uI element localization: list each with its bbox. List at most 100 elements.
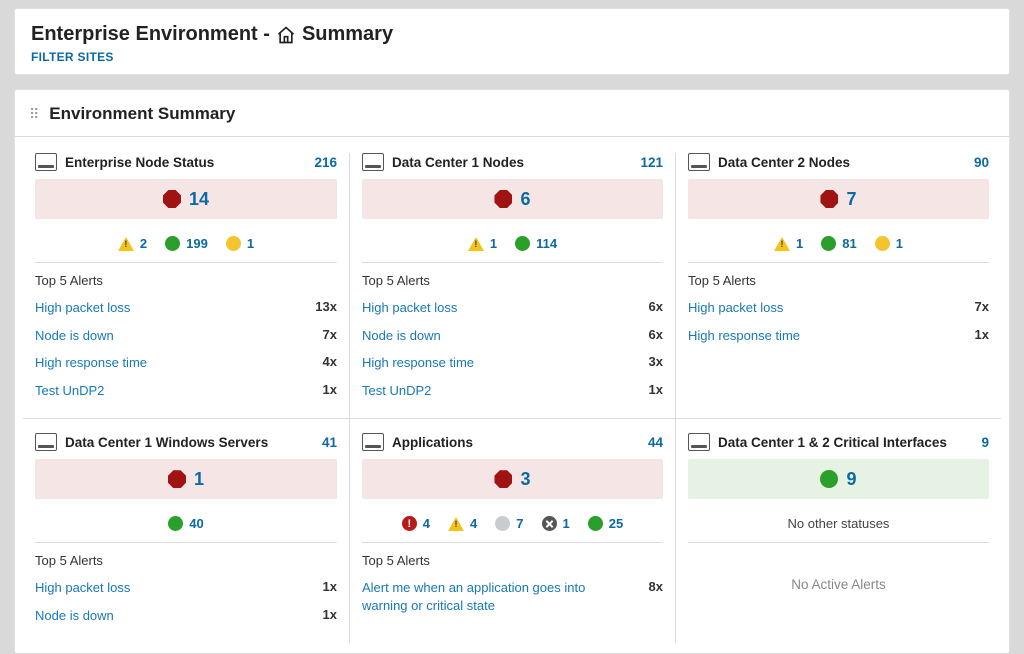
card-count[interactable]: 90 [974,155,989,170]
alert-link[interactable]: High packet loss [35,299,130,317]
alert-link[interactable]: Node is down [35,327,114,345]
sub-status-value: 7 [516,516,523,531]
alert-row: Node is down1x [35,602,337,630]
unreachable-icon [542,516,557,531]
sub-status-row: 2 199 1 [35,227,337,263]
up-icon [165,236,180,251]
sub-status-item[interactable]: 2 [118,236,147,251]
alert-link[interactable]: High packet loss [362,299,457,317]
sub-status-value: 81 [842,236,856,251]
alert-count: 1x [323,382,337,397]
up-icon [168,516,183,531]
card-title: Enterprise Node Status [65,155,214,170]
environment-summary-panel: ⠿ Environment Summary Enterprise Node St… [14,89,1010,654]
warning-icon [774,237,790,251]
card-title: Data Center 2 Nodes [718,155,850,170]
sub-status-item[interactable]: 1 [774,236,803,251]
filter-sites-link[interactable]: FILTER SITES [31,50,114,64]
sub-status-value: 40 [189,516,203,531]
alert-row: High response time4x [35,349,337,377]
alert-row: High packet loss6x [362,294,663,322]
sub-status-item[interactable]: 1 [226,236,254,251]
sub-status-item[interactable]: 1 [875,236,903,251]
card-count[interactable]: 44 [648,435,663,450]
card-count[interactable]: 41 [322,435,337,450]
critical-icon [494,190,512,208]
page-title-suffix: Summary [302,23,393,46]
card-title: Data Center 1 Windows Servers [65,435,268,450]
unknown-icon [495,516,510,531]
alert-row: Node is down7x [35,322,337,350]
sub-status-value: 1 [247,236,254,251]
page-header: Enterprise Environment - Summary FILTER … [14,8,1010,75]
sub-status-value: 1 [490,236,497,251]
sub-status-value: 4 [423,516,430,531]
sub-status-value: 25 [609,516,623,531]
sub-status-value: 114 [536,236,557,251]
alert-count: 1x [975,327,989,342]
alert-row: High response time3x [362,349,663,377]
alert-row: Node is down6x [362,322,663,350]
alert-link[interactable]: Test UnDP2 [35,382,104,400]
sub-status-item[interactable]: 114 [515,236,557,251]
summary-card: Applications443447125Top 5 AlertsAlert m… [349,418,675,643]
alert-count: 7x [975,299,989,314]
warning-icon [448,517,464,531]
critical-icon [820,190,838,208]
status-band-value: 7 [846,189,856,210]
sub-status-value: 199 [186,236,208,251]
status-band[interactable]: 1 [35,459,337,499]
alert-link[interactable]: High packet loss [688,299,783,317]
alert-link[interactable]: High response time [688,327,800,345]
alert-row: Alert me when an application goes into w… [362,574,663,619]
alert-link[interactable]: Alert me when an application goes into w… [362,579,597,614]
sub-status-item[interactable]: 4 [402,516,430,531]
no-active-alerts: No Active Alerts [688,543,989,602]
status-band-value: 3 [520,469,530,490]
card-count[interactable]: 216 [314,155,337,170]
panel-title: Environment Summary [49,104,235,124]
sub-status-value: 1 [896,236,903,251]
alert-link[interactable]: High packet loss [35,579,130,597]
alert-link[interactable]: High response time [362,354,474,372]
summary-card: Data Center 2 Nodes 90 7 1 81 1 Top 5 Alerts Hi… [675,153,1001,418]
status-band-value: 6 [520,189,530,210]
sub-status-item[interactable]: 4 [448,516,477,531]
card-count[interactable]: 9 [981,435,989,450]
sub-status-item[interactable]: 1 [468,236,497,251]
sub-status-item[interactable]: 81 [821,236,856,251]
down-icon [402,516,417,531]
card-count[interactable]: 121 [640,155,663,170]
sub-status-row: 4 4 7 1 25 [362,507,663,543]
status-band[interactable]: 14 [35,179,337,219]
sub-status-item[interactable]: 1 [542,516,570,531]
sub-status-value: 4 [470,516,477,531]
status-band-value: 1 [194,469,204,490]
drag-handle-icon[interactable]: ⠿ [29,107,39,121]
alert-count: 13x [315,299,337,314]
warning-icon [226,236,241,251]
sub-status-value: 2 [140,236,147,251]
sub-status-item[interactable]: 7 [495,516,523,531]
status-band[interactable]: 7 [688,179,989,219]
panel-header: ⠿ Environment Summary [15,90,1009,137]
alerts-heading: Top 5 Alerts [35,273,337,288]
up-icon [820,470,838,488]
alert-count: 1x [323,579,337,594]
critical-icon [163,190,181,208]
sub-status-item[interactable]: 199 [165,236,208,251]
sub-status-item[interactable]: 25 [588,516,623,531]
status-band[interactable]: 3 [362,459,663,499]
sub-status-row: 40 [35,507,337,543]
status-band-value: 9 [846,469,856,490]
sub-status-item[interactable]: 40 [168,516,203,531]
up-icon [588,516,603,531]
alert-link[interactable]: Test UnDP2 [362,382,431,400]
status-band[interactable]: 6 [362,179,663,219]
alerts-heading: Top 5 Alerts [688,273,989,288]
sub-status-row: 1 114 [362,227,663,263]
alert-link[interactable]: High response time [35,354,147,372]
alert-link[interactable]: Node is down [35,607,114,625]
status-band[interactable]: 9 [688,459,989,499]
alert-link[interactable]: Node is down [362,327,441,345]
